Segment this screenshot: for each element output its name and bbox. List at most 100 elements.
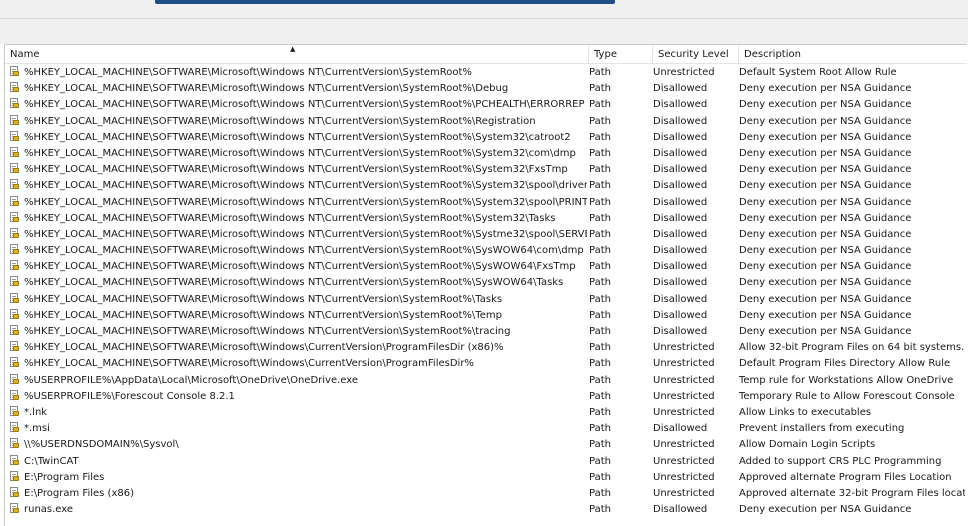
rule-security-level: Unrestricted xyxy=(653,374,715,386)
restriction-rule-icon xyxy=(9,195,20,207)
rule-name: E:\Program Files xyxy=(24,471,105,483)
rule-name-cell: \\%USERDNSDOMAIN%\Sysvol\ xyxy=(9,437,587,453)
rule-type: Path xyxy=(589,504,611,516)
table-row[interactable]: C:\TwinCAT Path Unrestricted Added to suppo… xyxy=(5,454,967,470)
rule-security-level: Disallowed xyxy=(653,423,708,435)
rule-type: Path xyxy=(589,261,611,273)
rule-name-cell: runas.exe xyxy=(9,502,587,518)
rule-type: Path xyxy=(589,147,611,159)
rule-name-cell: *.lnk xyxy=(9,405,587,421)
rules-rows: %HKEY_LOCAL_MACHINE\SOFTWARE\Microsoft\W… xyxy=(5,65,967,518)
restriction-rule-icon xyxy=(9,470,20,482)
table-row[interactable]: %HKEY_LOCAL_MACHINE\SOFTWARE\Microsoft\W… xyxy=(5,324,967,340)
rule-name: *.msi xyxy=(24,423,50,435)
table-row[interactable]: %HKEY_LOCAL_MACHINE\SOFTWARE\Microsoft\W… xyxy=(5,340,967,356)
rule-description: Deny execution per NSA Guidance xyxy=(739,83,912,95)
table-row[interactable]: E:\Program Files (x86) Path Unrestricted Ap… xyxy=(5,486,967,502)
rule-description: Deny execution per NSA Guidance xyxy=(739,293,912,305)
rule-type: Path xyxy=(589,83,611,95)
rule-type: Path xyxy=(589,67,611,78)
rule-description: Allow 32-bit Program Files on 64 bit sys… xyxy=(739,342,965,354)
rule-name: %HKEY_LOCAL_MACHINE\SOFTWARE\Microsoft\W… xyxy=(24,131,571,143)
rule-description: Deny execution per NSA Guidance xyxy=(739,180,912,192)
table-row[interactable]: %HKEY_LOCAL_MACHINE\SOFTWARE\Microsoft\W… xyxy=(5,292,967,308)
rule-name: %HKEY_LOCAL_MACHINE\SOFTWARE\Microsoft\W… xyxy=(24,83,509,95)
toolbar-separator xyxy=(0,18,968,19)
rule-security-level: Disallowed xyxy=(653,212,708,224)
rule-name: %HKEY_LOCAL_MACHINE\SOFTWARE\Microsoft\W… xyxy=(24,277,564,289)
column-header-type[interactable]: Type xyxy=(589,45,653,63)
rule-name: %HKEY_LOCAL_MACHINE\SOFTWARE\Microsoft\W… xyxy=(24,99,585,111)
table-row[interactable]: \\%USERDNSDOMAIN%\Sysvol\ Path Unrestricte… xyxy=(5,437,967,453)
rule-description: Temporary Rule to Allow Forescout Consol… xyxy=(739,390,955,402)
table-row[interactable]: %HKEY_LOCAL_MACHINE\SOFTWARE\Microsoft\W… xyxy=(5,308,967,324)
rule-description: Allow Links to executables xyxy=(739,406,872,418)
restriction-rule-icon xyxy=(9,146,20,158)
table-row[interactable]: %USERPROFILE%\AppData\Local\Microsoft\On… xyxy=(5,373,967,389)
rule-name: %HKEY_LOCAL_MACHINE\SOFTWARE\Microsoft\W… xyxy=(24,212,556,224)
rule-security-level: Disallowed xyxy=(653,83,708,95)
rule-type: Path xyxy=(589,99,611,111)
table-row[interactable]: %HKEY_LOCAL_MACHINE\SOFTWARE\Microsoft\W… xyxy=(5,114,967,130)
rule-name-cell: *.msi xyxy=(9,421,587,437)
rule-name-cell: %HKEY_LOCAL_MACHINE\SOFTWARE\Microsoft\W… xyxy=(9,292,587,308)
restriction-rule-icon xyxy=(9,130,20,142)
rule-type: Path xyxy=(589,228,611,240)
table-row[interactable]: %HKEY_LOCAL_MACHINE\SOFTWARE\Microsoft\W… xyxy=(5,275,967,291)
column-header-name[interactable]: Name ▲ xyxy=(5,45,589,63)
table-row[interactable]: %HKEY_LOCAL_MACHINE\SOFTWARE\Microsoft\W… xyxy=(5,178,967,194)
table-row[interactable]: *.lnk Path Unrestricted Allow Links to exec… xyxy=(5,405,967,421)
table-row[interactable]: %HKEY_LOCAL_MACHINE\SOFTWARE\Microsoft\W… xyxy=(5,97,967,113)
restriction-rule-icon xyxy=(9,163,20,174)
table-row[interactable]: %HKEY_LOCAL_MACHINE\SOFTWARE\Microsoft\W… xyxy=(5,65,967,81)
table-row[interactable]: %HKEY_LOCAL_MACHINE\SOFTWARE\Microsoft\W… xyxy=(5,162,967,178)
rule-name-cell: %HKEY_LOCAL_MACHINE\SOFTWARE\Microsoft\W… xyxy=(9,178,587,194)
rule-security-level: Disallowed xyxy=(653,261,708,273)
table-row[interactable]: %HKEY_LOCAL_MACHINE\SOFTWARE\Microsoft\W… xyxy=(5,130,967,146)
rule-name-cell: %HKEY_LOCAL_MACHINE\SOFTWARE\Microsoft\W… xyxy=(9,259,587,275)
rule-type: Path xyxy=(589,487,611,499)
rule-name: %HKEY_LOCAL_MACHINE\SOFTWARE\Microsoft\W… xyxy=(24,245,584,257)
table-row[interactable]: %HKEY_LOCAL_MACHINE\SOFTWARE\Microsoft\W… xyxy=(5,227,967,243)
table-row[interactable]: %HKEY_LOCAL_MACHINE\SOFTWARE\Microsoft\W… xyxy=(5,243,967,259)
rule-description: Approved alternate Program Files Locatio… xyxy=(739,471,952,483)
table-row[interactable]: %USERPROFILE%\Forescout Console 8.2.1 Pat… xyxy=(5,389,967,405)
table-row[interactable]: E:\Program Files Path Unrestricted Approved… xyxy=(5,470,967,486)
rule-security-level: Unrestricted xyxy=(653,390,715,402)
restriction-rule-icon xyxy=(9,244,20,255)
rule-security-level: Unrestricted xyxy=(653,471,715,483)
column-header-name-label: Name xyxy=(10,49,40,60)
rules-list-view[interactable]: Name ▲ Type Security Level Description %… xyxy=(4,44,967,526)
rule-name-cell: %HKEY_LOCAL_MACHINE\SOFTWARE\Microsoft\W… xyxy=(9,81,587,97)
table-row[interactable]: %HKEY_LOCAL_MACHINE\SOFTWARE\Microsoft\W… xyxy=(5,81,967,97)
rule-description: Deny execution per NSA Guidance xyxy=(739,115,912,127)
column-header-description[interactable]: Description xyxy=(739,45,967,63)
rule-security-level: Disallowed xyxy=(653,131,708,143)
rule-name-cell: %HKEY_LOCAL_MACHINE\SOFTWARE\Microsoft\W… xyxy=(9,356,587,372)
restriction-rule-icon xyxy=(9,389,20,401)
table-row[interactable]: *.msi Path Disallowed Prevent installers fr… xyxy=(5,421,967,437)
table-row[interactable]: %HKEY_LOCAL_MACHINE\SOFTWARE\Microsoft\W… xyxy=(5,259,967,275)
rule-name: \\%USERDNSDOMAIN%\Sysvol\ xyxy=(24,439,179,451)
rule-type: Path xyxy=(589,115,611,127)
table-row[interactable]: %HKEY_LOCAL_MACHINE\SOFTWARE\Microsoft\W… xyxy=(5,146,967,162)
restriction-rule-icon xyxy=(9,454,20,466)
rule-name-cell: E:\Program Files (x86) xyxy=(9,486,587,502)
rule-name: *.lnk xyxy=(24,406,48,418)
rule-description: Deny execution per NSA Guidance xyxy=(739,131,912,143)
restriction-rule-icon xyxy=(9,373,20,385)
table-row[interactable]: %HKEY_LOCAL_MACHINE\SOFTWARE\Microsoft\W… xyxy=(5,356,967,372)
column-header-security-level[interactable]: Security Level xyxy=(653,45,739,63)
rule-name-cell: %HKEY_LOCAL_MACHINE\SOFTWARE\Microsoft\W… xyxy=(9,195,587,211)
rule-type: Path xyxy=(589,180,611,192)
table-row[interactable]: %HKEY_LOCAL_MACHINE\SOFTWARE\Microsoft\W… xyxy=(5,211,967,227)
rule-type: Path xyxy=(589,164,611,176)
rule-name: %HKEY_LOCAL_MACHINE\SOFTWARE\Microsoft\W… xyxy=(24,358,474,370)
table-row[interactable]: runas.exe Path Disallowed Deny execution pe… xyxy=(5,502,967,518)
rule-type: Path xyxy=(589,358,611,370)
rule-name: %HKEY_LOCAL_MACHINE\SOFTWARE\Microsoft\W… xyxy=(24,342,504,354)
sort-ascending-icon: ▲ xyxy=(290,45,296,53)
table-row[interactable]: %HKEY_LOCAL_MACHINE\SOFTWARE\Microsoft\W… xyxy=(5,195,967,211)
restriction-rule-icon xyxy=(9,227,20,239)
rule-description: Deny execution per NSA Guidance xyxy=(739,196,912,208)
